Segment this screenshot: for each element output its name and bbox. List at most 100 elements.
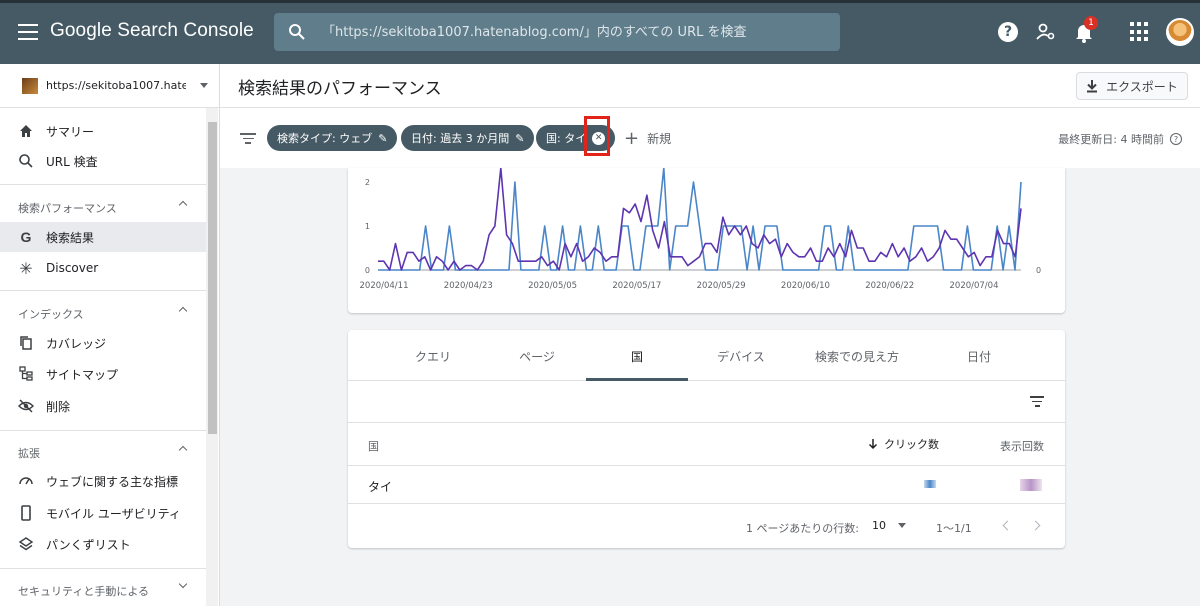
sidebar-item-search-results[interactable]: G 検索結果: [0, 222, 206, 252]
eye-off-icon: [18, 399, 34, 413]
sidebar-item-label: サイトマップ: [46, 367, 119, 382]
gauge-icon: [19, 477, 33, 485]
sidebar-item-label: カバレッジ: [46, 336, 107, 351]
section-security[interactable]: セキュリティと手動による: [18, 579, 198, 599]
x-axis-tick-label: 2020/06/22: [865, 281, 914, 291]
users-settings-icon[interactable]: [1034, 20, 1058, 44]
pencil-icon[interactable]: ✎: [515, 132, 524, 145]
page-header: 検索結果のパフォーマンス エクスポート: [220, 64, 1200, 108]
sidebar-item-summary[interactable]: サマリー: [0, 116, 206, 146]
filter-bar: 検索タイプ: ウェブ ✎ 日付: 過去 3 か月間 ✎ 国: タイ ✕ + 新規…: [220, 108, 1200, 168]
chevron-up-icon: [178, 306, 188, 316]
cell-impressions-obscured: [1020, 479, 1042, 491]
sidebar-item-label: ウェブに関する主な指標: [46, 474, 179, 489]
column-header-impressions[interactable]: 表示回数: [1000, 438, 1044, 454]
y-axis-tick-label: 0: [365, 266, 370, 275]
column-header-country[interactable]: 国: [368, 438, 379, 454]
help-circle-icon[interactable]: ?: [1170, 133, 1182, 145]
top-app-bar: Google Search Console ? 1: [0, 0, 1200, 64]
filter-chip-date[interactable]: 日付: 過去 3 か月間 ✎: [401, 125, 535, 151]
export-button[interactable]: エクスポート: [1076, 72, 1188, 100]
home-icon: [20, 125, 32, 137]
active-tab-indicator: [586, 378, 688, 381]
sidebar-item-mobile-usability[interactable]: モバイル ユーザビリティ: [0, 498, 206, 528]
table-header: 国 クリック数 表示回数: [348, 422, 1065, 466]
section-enhancements[interactable]: 拡張: [18, 445, 198, 461]
table-row[interactable]: タイ: [348, 466, 1065, 504]
sidebar-scrollbar-thumb[interactable]: [208, 122, 217, 434]
divider: [0, 290, 206, 291]
caret-down-icon: [898, 523, 906, 528]
sidebar-item-discover[interactable]: ✳ Discover: [0, 253, 206, 283]
sidebar-item-label: サマリー: [46, 124, 95, 139]
property-selector[interactable]: https://sekitoba1007.hatena...: [0, 64, 220, 108]
plus-icon: +: [624, 127, 640, 149]
section-title: 検索パフォーマンス: [18, 202, 117, 215]
tab-countries[interactable]: 国: [586, 348, 688, 365]
cell-country: タイ: [368, 480, 393, 494]
divider: [0, 430, 206, 431]
y-axis-tick-label: 1: [365, 222, 370, 231]
sidebar-item-url-inspection[interactable]: URL 検査: [0, 146, 206, 176]
sidebar: https://sekitoba1007.hatena... サマリー URL …: [0, 64, 220, 606]
sidebar-item-core-web-vitals[interactable]: ウェブに関する主な指標: [0, 466, 206, 496]
new-filter-label: 新規: [647, 132, 672, 146]
tab-queries[interactable]: クエリ: [378, 348, 488, 365]
x-axis-tick-label: 2020/06/10: [781, 281, 830, 291]
asterisk-icon: ✳: [19, 258, 33, 278]
sidebar-item-label: URL 検査: [46, 154, 98, 169]
tab-pages[interactable]: ページ: [482, 348, 592, 365]
tab-search-appearance[interactable]: 検索での見え方: [792, 348, 922, 365]
new-filter-button[interactable]: + 新規: [624, 127, 672, 149]
page-title: 検索結果のパフォーマンス: [238, 79, 442, 99]
sidebar-item-label: モバイル ユーザビリティ: [46, 506, 181, 521]
filter-icon[interactable]: [240, 133, 256, 147]
impressions-series-line: [378, 168, 1022, 271]
site-favicon: [22, 77, 38, 94]
browser-strip: [0, 0, 1200, 3]
avatar[interactable]: [1166, 18, 1194, 46]
pencil-icon[interactable]: ✎: [378, 132, 387, 145]
column-header-label: クリック数: [884, 438, 939, 451]
caret-down-icon: [200, 83, 208, 88]
dimension-tabs: クエリ ページ 国 デバイス 検索での見え方 日付: [348, 330, 1065, 381]
column-header-clicks[interactable]: クリック数: [868, 436, 939, 452]
sidebar-item-sitemaps[interactable]: サイトマップ: [0, 359, 206, 389]
cell-clicks-obscured: [924, 480, 936, 488]
google-g-icon: G: [20, 229, 32, 245]
section-index[interactable]: インデックス: [18, 306, 198, 322]
sidebar-item-removals[interactable]: 削除: [0, 391, 206, 421]
help-icon[interactable]: ?: [996, 20, 1020, 44]
table-filter-icon[interactable]: [1030, 396, 1044, 410]
chevron-right-icon[interactable]: [1030, 520, 1041, 531]
x-axis-tick-label: 2020/05/17: [612, 281, 661, 291]
url-inspect-search[interactable]: [274, 13, 840, 51]
sidebar-item-label: Discover: [46, 261, 99, 275]
property-url: https://sekitoba1007.hatena...: [46, 79, 186, 92]
section-search-performance[interactable]: 検索パフォーマンス: [18, 200, 198, 216]
app-title: Google Search Console: [50, 20, 254, 41]
rows-per-page-select[interactable]: 10: [872, 519, 906, 532]
search-input[interactable]: [322, 13, 822, 51]
tab-dates[interactable]: 日付: [924, 348, 1034, 365]
annotation-highlight-box: [584, 116, 610, 156]
sidebar-item-label: 削除: [46, 399, 71, 414]
sidebar-item-coverage[interactable]: カバレッジ: [0, 328, 206, 358]
menu-icon[interactable]: [18, 24, 38, 40]
chevron-left-icon[interactable]: [1002, 520, 1013, 531]
sidebar-item-breadcrumbs[interactable]: パンくずリスト: [0, 529, 206, 559]
y-axis-tick-label: 2: [365, 178, 370, 187]
chip-label: 日付: 過去 3 か月間: [411, 132, 510, 145]
dimension-table-card: クエリ ページ 国 デバイス 検索での見え方 日付 国 クリック数 表示回数 タ…: [348, 330, 1065, 548]
chevron-up-icon: [178, 200, 188, 210]
filter-chip-search-type[interactable]: 検索タイプ: ウェブ ✎: [267, 125, 398, 151]
sitemap-icon: [19, 366, 33, 381]
divider: [0, 184, 206, 185]
tab-devices[interactable]: デバイス: [686, 348, 796, 365]
performance-chart-card: 0 1 2 0 2020/04/11 2020/04/23 2020/05/05 2020/0…: [348, 168, 1065, 313]
divider: [0, 568, 206, 569]
apps-grid-icon[interactable]: [1130, 22, 1150, 42]
section-title: セキュリティと手動による: [18, 585, 150, 598]
export-label: エクスポート: [1106, 79, 1178, 94]
chevron-down-icon: [178, 579, 188, 589]
